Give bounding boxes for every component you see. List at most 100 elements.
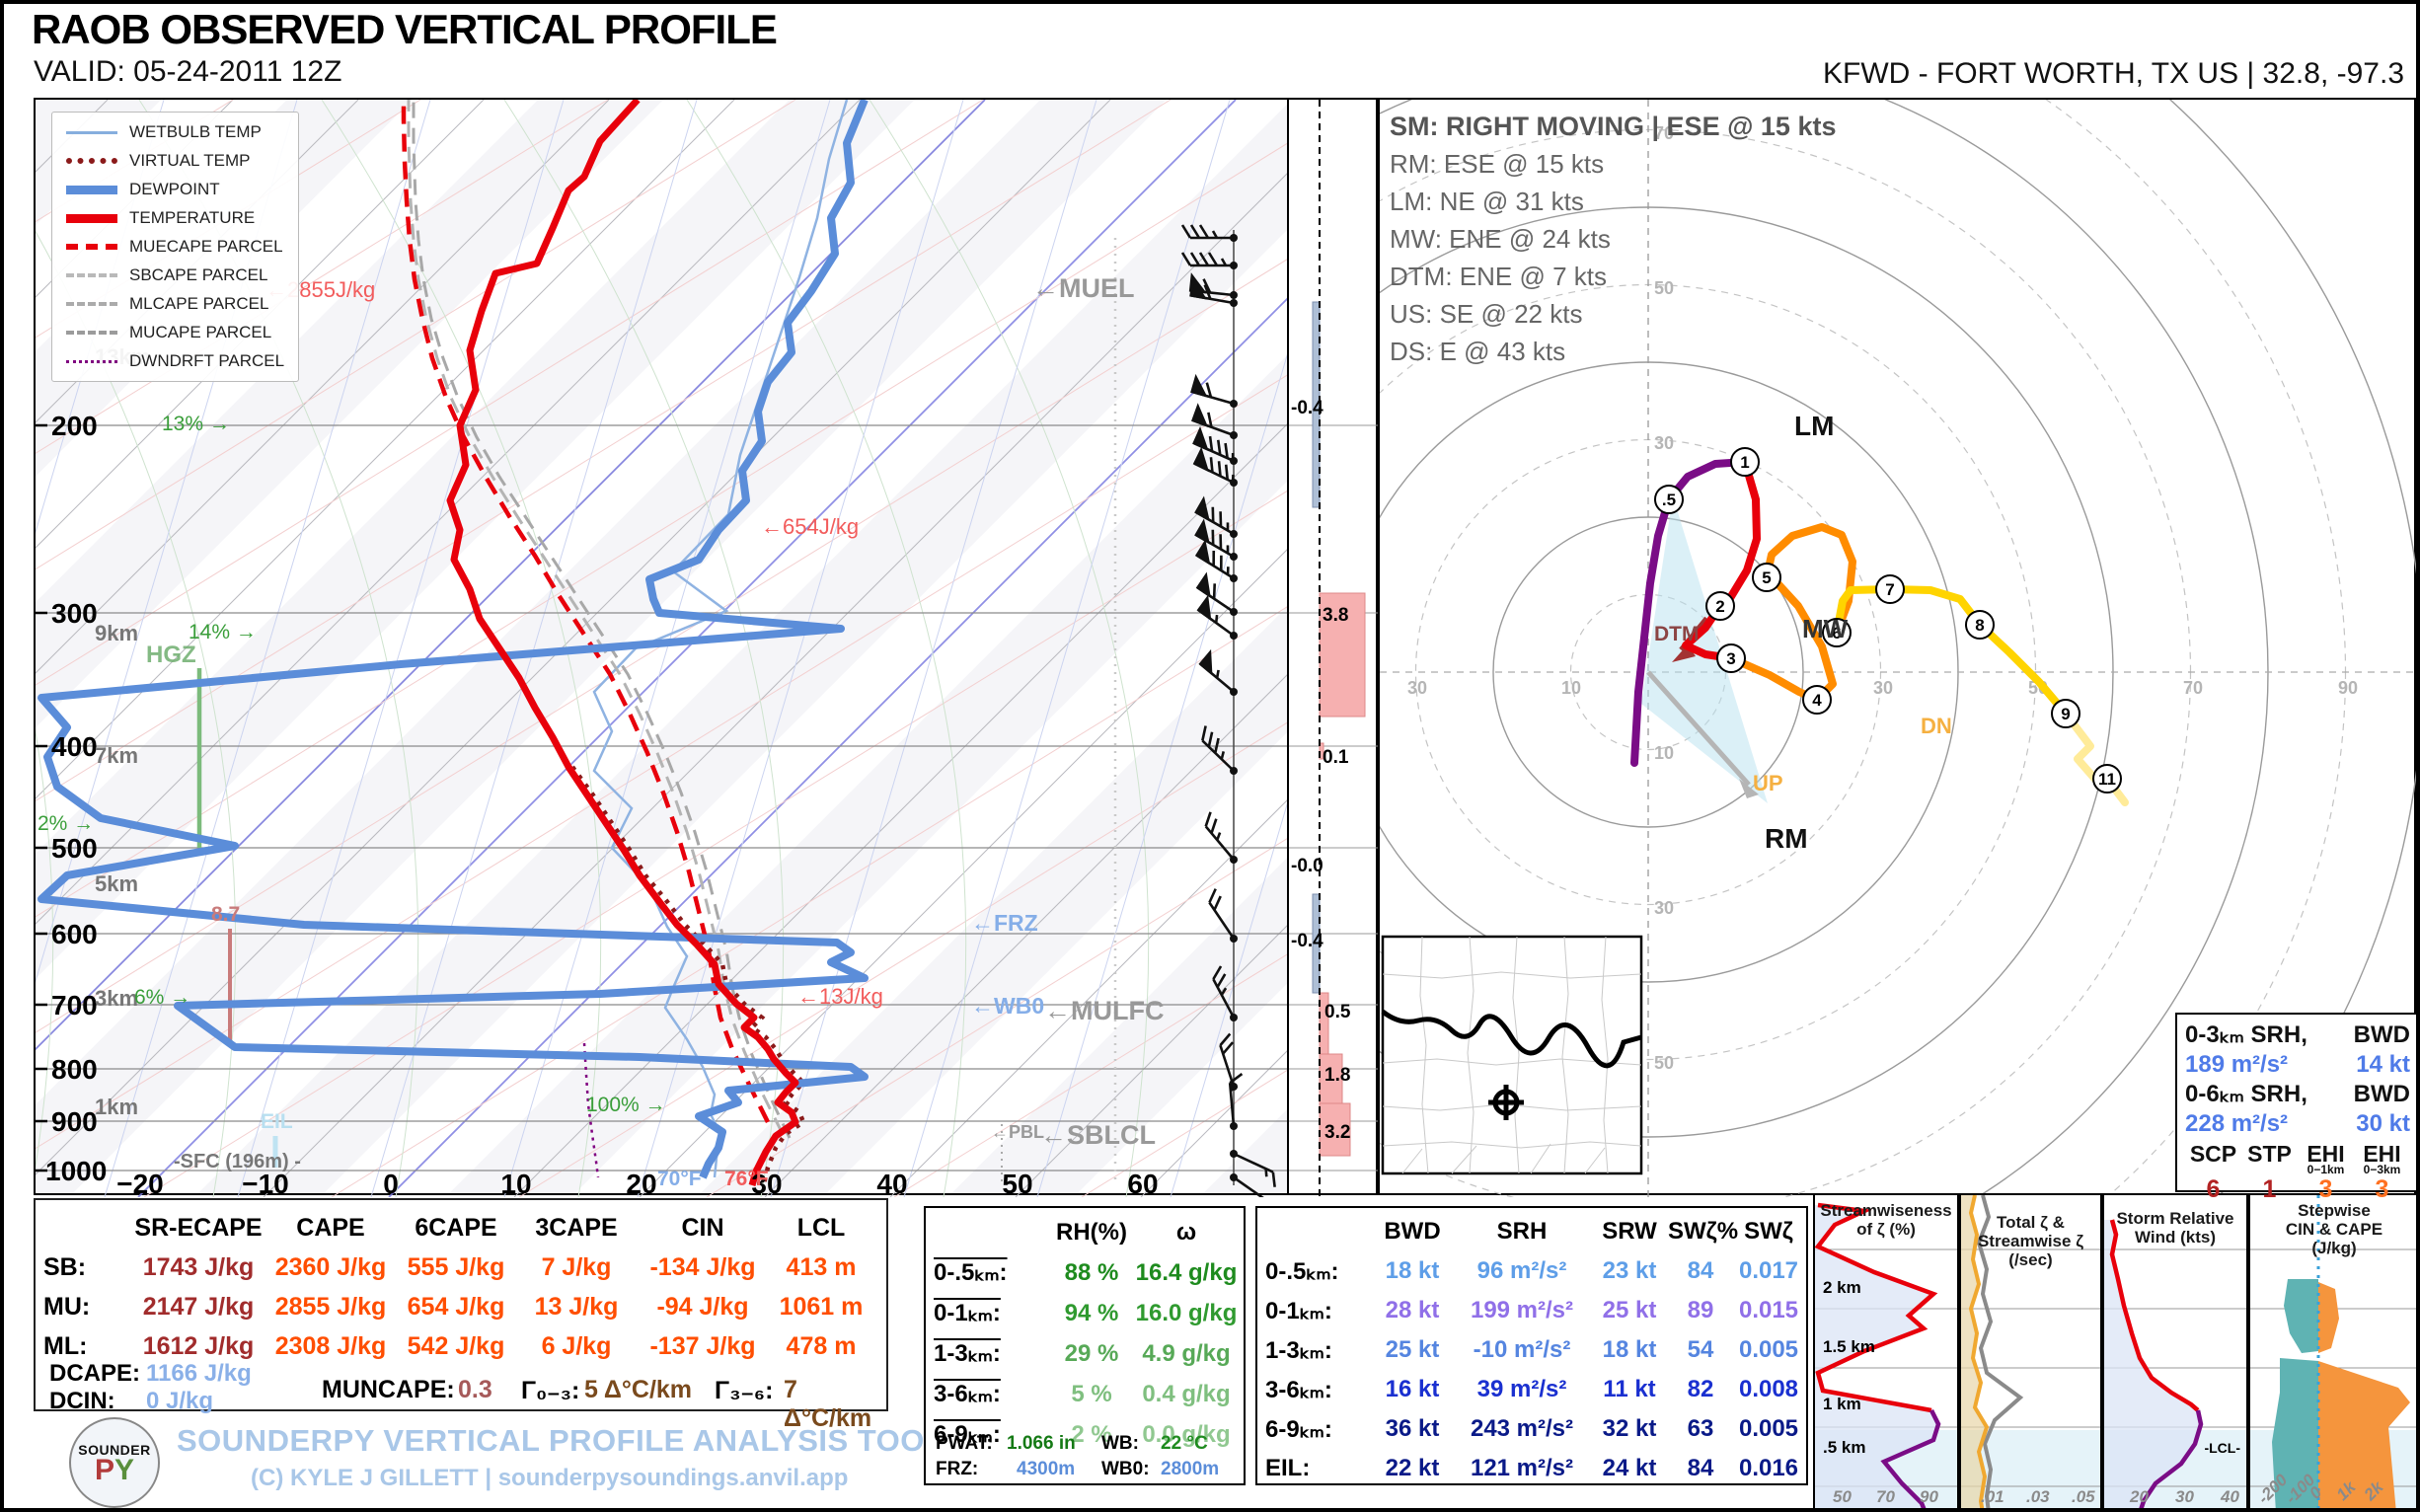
srh03-value: 189 m²/s²: [2185, 1050, 2288, 1080]
bwd06-label: BWD: [2354, 1080, 2410, 1109]
svg-text:200: 200: [51, 411, 98, 441]
svg-text:8: 8: [1975, 616, 1984, 635]
skewt-legend: WETBULB TEMP VIRTUAL TEMP DEWPOINT TEMPE…: [51, 112, 299, 382]
svg-text:-0.4: -0.4: [1291, 398, 1323, 418]
srh-summary-box: 0-3ₖₘ SRH,BWD 189 m²/s²14 kt 0-6ₖₘ SRH,B…: [2175, 1013, 2420, 1192]
us-readout: US: SE @ 22 kts: [1390, 295, 1836, 333]
svg-text:-0.0: -0.0: [1291, 856, 1323, 876]
svg-text:7km: 7km: [95, 743, 138, 768]
svg-text:4: 4: [1812, 691, 1822, 710]
svg-text:5: 5: [1762, 568, 1771, 587]
svg-text:-0.4: -0.4: [1291, 931, 1323, 951]
sbcape-swatch: [66, 273, 117, 277]
pwat-value: 1.066 in: [1007, 1433, 1076, 1455]
srw-panel: Storm Relative Wind (kts) -LCL- 20 30 40: [2102, 1193, 2248, 1511]
storm-motion-readouts: SM: RIGHT MOVING | ESE @ 15 kts RM: ESE …: [1390, 108, 1836, 370]
wb0-value: 2800m: [1161, 1459, 1219, 1480]
vorticity-panel: Total ζ & Streamwise ζ (/sec) .01 .03 .0…: [1959, 1193, 2102, 1511]
svg-text:700: 700: [51, 990, 98, 1021]
svg-text:7: 7: [1885, 580, 1894, 599]
svg-text:←PBL: ←PBL: [991, 1122, 1044, 1142]
svg-text:10: 10: [500, 1169, 531, 1197]
svg-text:600: 600: [51, 919, 98, 949]
dn-label: DN: [1921, 714, 1952, 738]
wb0-label: WB0:: [1101, 1459, 1150, 1480]
svg-text:2: 2: [1715, 597, 1724, 616]
sfc-temp76-label: 76°F: [724, 1168, 769, 1190]
svg-text:-SFC (196m) -: -SFC (196m) -: [174, 1151, 301, 1172]
dewpoint-swatch: [66, 186, 117, 194]
svg-text:1km: 1km: [95, 1095, 138, 1119]
frz-label: FRZ:: [936, 1459, 978, 1480]
muncape-value: 0.3: [458, 1376, 492, 1404]
svg-text:EIL: EIL: [261, 1110, 293, 1133]
legend-label: DEWPOINT: [129, 180, 220, 199]
svg-text:9km: 9km: [95, 621, 138, 645]
frz-value: 4300m: [1017, 1459, 1075, 1480]
ds-readout: DS: E @ 43 kts: [1390, 333, 1836, 370]
svg-text:90: 90: [2338, 678, 2358, 698]
svg-text:←FRZ: ←FRZ: [971, 910, 1038, 936]
cin-area-upper: [2284, 1279, 2318, 1353]
bwd03-value: 14 kt: [2356, 1050, 2410, 1080]
svg-text:10: 10: [1654, 743, 1674, 763]
col-srecape: SR-ECAPE: [130, 1214, 266, 1243]
ehi1-label: EHI: [2298, 1143, 2354, 1165]
svg-text:−10: −10: [242, 1169, 289, 1197]
legend-label: TEMPERATURE: [129, 208, 255, 228]
lapse03-label: Γ₀₋₃:: [521, 1376, 579, 1405]
row-sb: SB:: [43, 1253, 130, 1282]
svg-text:14% →: 14% →: [189, 621, 257, 643]
wb-value: 22 °C: [1161, 1433, 1208, 1455]
svg-text:13% →: 13% →: [162, 413, 230, 435]
svg-text:0.5: 0.5: [1324, 1002, 1351, 1022]
muecape-swatch: [66, 244, 117, 250]
col-lcl: LCL: [770, 1214, 872, 1243]
credits-line1: SOUNDERPY VERTICAL PROFILE ANALYSIS TOOL: [177, 1423, 944, 1459]
mw-label: MW: [1802, 614, 1849, 643]
svg-text:3: 3: [1726, 649, 1735, 668]
svg-text:20: 20: [626, 1169, 656, 1197]
sm-readout: SM: RIGHT MOVING | ESE @ 15 kts: [1390, 108, 1836, 145]
ehi1-value: 3: [2298, 1175, 2354, 1204]
temperature-swatch: [66, 214, 117, 223]
svg-text:←WB0: ←WB0: [971, 993, 1044, 1019]
wb-label: WB:: [1101, 1433, 1139, 1455]
svg-text:5km: 5km: [95, 871, 138, 896]
temp-axis-labels: −20−10 010 2030 4050 60: [116, 1169, 1158, 1197]
srh03-label: 0-3ₖₘ SRH,: [2185, 1021, 2307, 1050]
legend-label: MLCAPE PARCEL: [129, 294, 268, 314]
svg-text:800: 800: [51, 1054, 98, 1085]
bwd03-label: BWD: [2354, 1021, 2410, 1050]
svg-text:.5: .5: [1662, 491, 1676, 509]
svg-text:30: 30: [1654, 433, 1674, 453]
svg-text:0: 0: [383, 1169, 399, 1197]
legend-label: MUECAPE PARCEL: [129, 237, 283, 257]
scp-value: 6: [2185, 1175, 2241, 1204]
mucape-swatch: [66, 331, 117, 335]
sounderpy-logo: SOUNDER PY: [69, 1417, 160, 1508]
dcin-label: DCIN:: [49, 1388, 115, 1415]
svg-text:300: 300: [51, 598, 98, 629]
sounderpy-figure: RAOB OBSERVED VERTICAL PROFILE VALID: 05…: [0, 0, 2420, 1512]
rm-readout: RM: ESE @ 15 kts: [1390, 145, 1836, 183]
ehi3-value: 3: [2354, 1175, 2410, 1204]
svg-text:60: 60: [1127, 1169, 1158, 1197]
svg-text:1: 1: [1740, 453, 1749, 472]
mlcape-swatch: [66, 302, 117, 306]
dcape-value: 1166 J/kg: [146, 1360, 252, 1388]
hgz-label: HGZ: [146, 642, 196, 668]
mw-readout: MW: ENE @ 24 kts: [1390, 220, 1836, 258]
svg-text:0.1: 0.1: [1323, 747, 1349, 768]
svg-text:1000: 1000: [45, 1156, 107, 1186]
svg-text:←SBLCL: ←SBLCL: [1040, 1120, 1156, 1150]
svg-text:1.8: 1.8: [1324, 1065, 1350, 1086]
svg-text:←654J/kg: ←654J/kg: [761, 514, 859, 539]
svg-text:6% →: 6% →: [134, 986, 190, 1009]
svg-text:3.2: 3.2: [1324, 1122, 1350, 1143]
row-ml: ML:: [43, 1332, 130, 1361]
legend-label: WETBULB TEMP: [129, 122, 262, 142]
thermo-table: SR-ECAPE CAPE 6CAPE 3CAPE CIN LCL SB: 17…: [34, 1198, 888, 1411]
valid-time: VALID: 05-24-2011 12Z: [34, 55, 341, 89]
svg-text:70: 70: [2183, 678, 2203, 698]
